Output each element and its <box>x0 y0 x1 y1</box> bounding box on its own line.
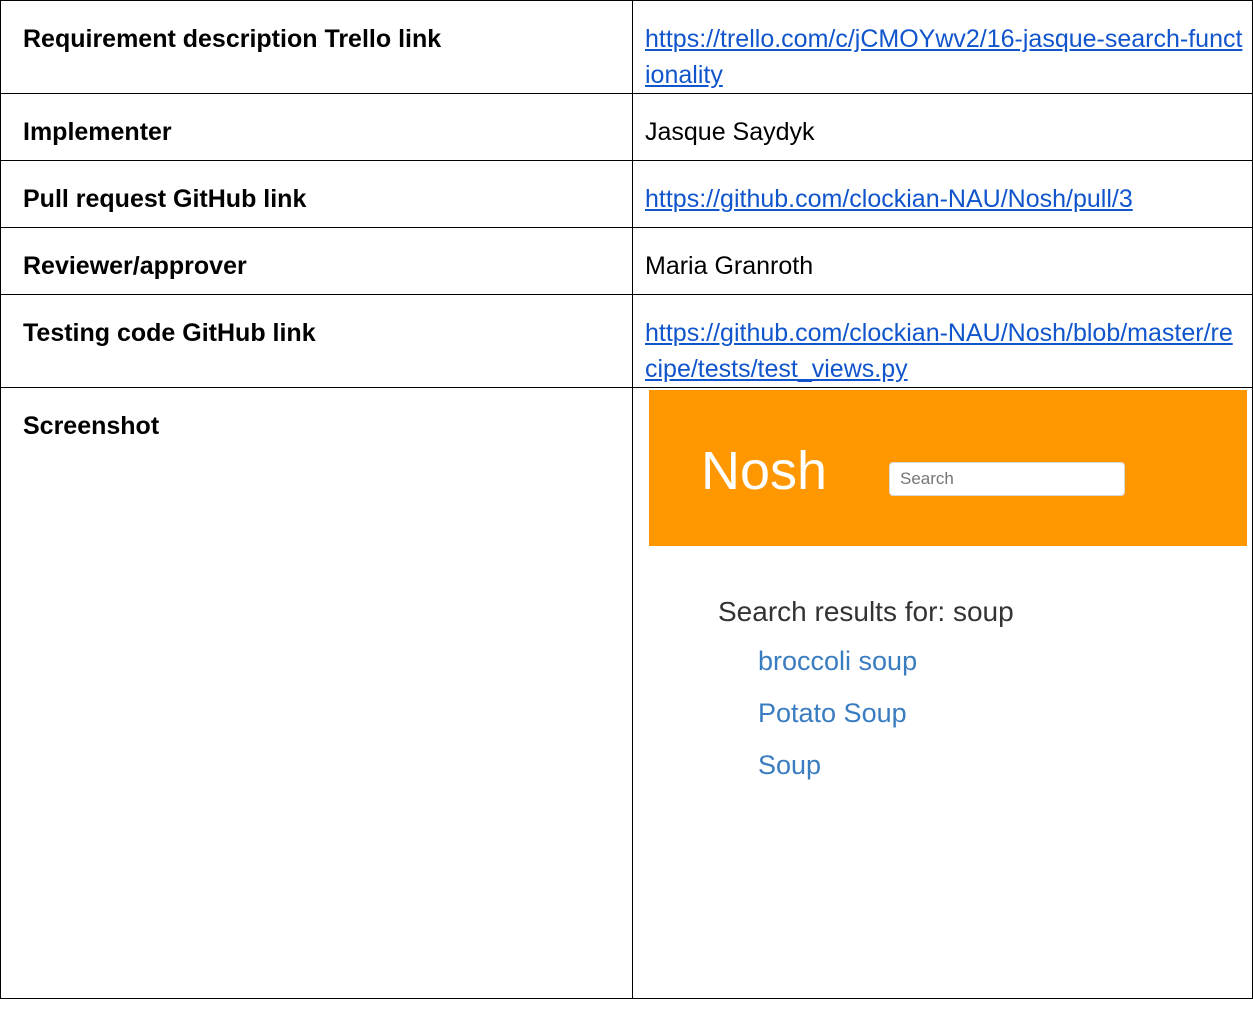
label-cell: Requirement description Trello link <box>0 0 633 94</box>
pull-request-link[interactable]: https://github.com/clockian-NAU/Nosh/pul… <box>645 185 1133 213</box>
trello-link[interactable]: https://trello.com/c/jCMOYwv2/16-jasque-… <box>645 25 1242 89</box>
row-label: Requirement description Trello link <box>23 25 442 53</box>
row-label: Pull request GitHub link <box>23 185 307 213</box>
results-list: broccoli soup Potato Soup Soup <box>758 646 917 802</box>
result-link[interactable]: Soup <box>758 750 821 780</box>
app-header: Nosh <box>649 390 1247 546</box>
label-cell: Implementer <box>0 93 633 161</box>
app-screenshot: Nosh Search results for: soup broccoli s… <box>633 388 1252 998</box>
implementer-name: Jasque Saydyk <box>645 118 815 146</box>
value-cell: Jasque Saydyk <box>632 93 1253 161</box>
table-row: Requirement description Trello link http… <box>0 0 1253 94</box>
table-row: Testing code GitHub link https://github.… <box>0 294 1253 388</box>
label-cell: Reviewer/approver <box>0 227 633 295</box>
value-cell: https://github.com/clockian-NAU/Nosh/pul… <box>632 160 1253 228</box>
list-item: Soup <box>758 750 917 802</box>
list-item: broccoli soup <box>758 646 917 698</box>
search-input[interactable] <box>889 462 1125 496</box>
row-label: Reviewer/approver <box>23 252 247 280</box>
row-label: Testing code GitHub link <box>23 319 316 347</box>
table-row: Reviewer/approver Maria Granroth <box>0 227 1253 295</box>
result-link[interactable]: Potato Soup <box>758 698 907 728</box>
results-heading: Search results for: soup <box>718 596 1014 627</box>
row-label: Implementer <box>23 118 172 146</box>
row-label: Screenshot <box>23 412 160 440</box>
list-item: Potato Soup <box>758 698 917 750</box>
label-cell: Testing code GitHub link <box>0 294 633 388</box>
table-row: Pull request GitHub link https://github.… <box>0 160 1253 228</box>
requirements-table: Requirement description Trello link http… <box>0 0 1253 999</box>
value-cell: https://trello.com/c/jCMOYwv2/16-jasque-… <box>632 0 1253 94</box>
app-logo[interactable]: Nosh <box>701 440 827 502</box>
value-cell: Maria Granroth <box>632 227 1253 295</box>
reviewer-name: Maria Granroth <box>645 252 814 280</box>
table-row: Implementer Jasque Saydyk <box>0 93 1253 161</box>
value-cell: https://github.com/clockian-NAU/Nosh/blo… <box>632 294 1253 388</box>
label-cell: Screenshot <box>0 387 633 999</box>
table-row: Screenshot Nosh Search results for: soup… <box>0 387 1253 999</box>
testing-code-link[interactable]: https://github.com/clockian-NAU/Nosh/blo… <box>645 319 1233 383</box>
result-link[interactable]: broccoli soup <box>758 646 917 676</box>
label-cell: Pull request GitHub link <box>0 160 633 228</box>
screenshot-cell: Nosh Search results for: soup broccoli s… <box>632 387 1253 999</box>
